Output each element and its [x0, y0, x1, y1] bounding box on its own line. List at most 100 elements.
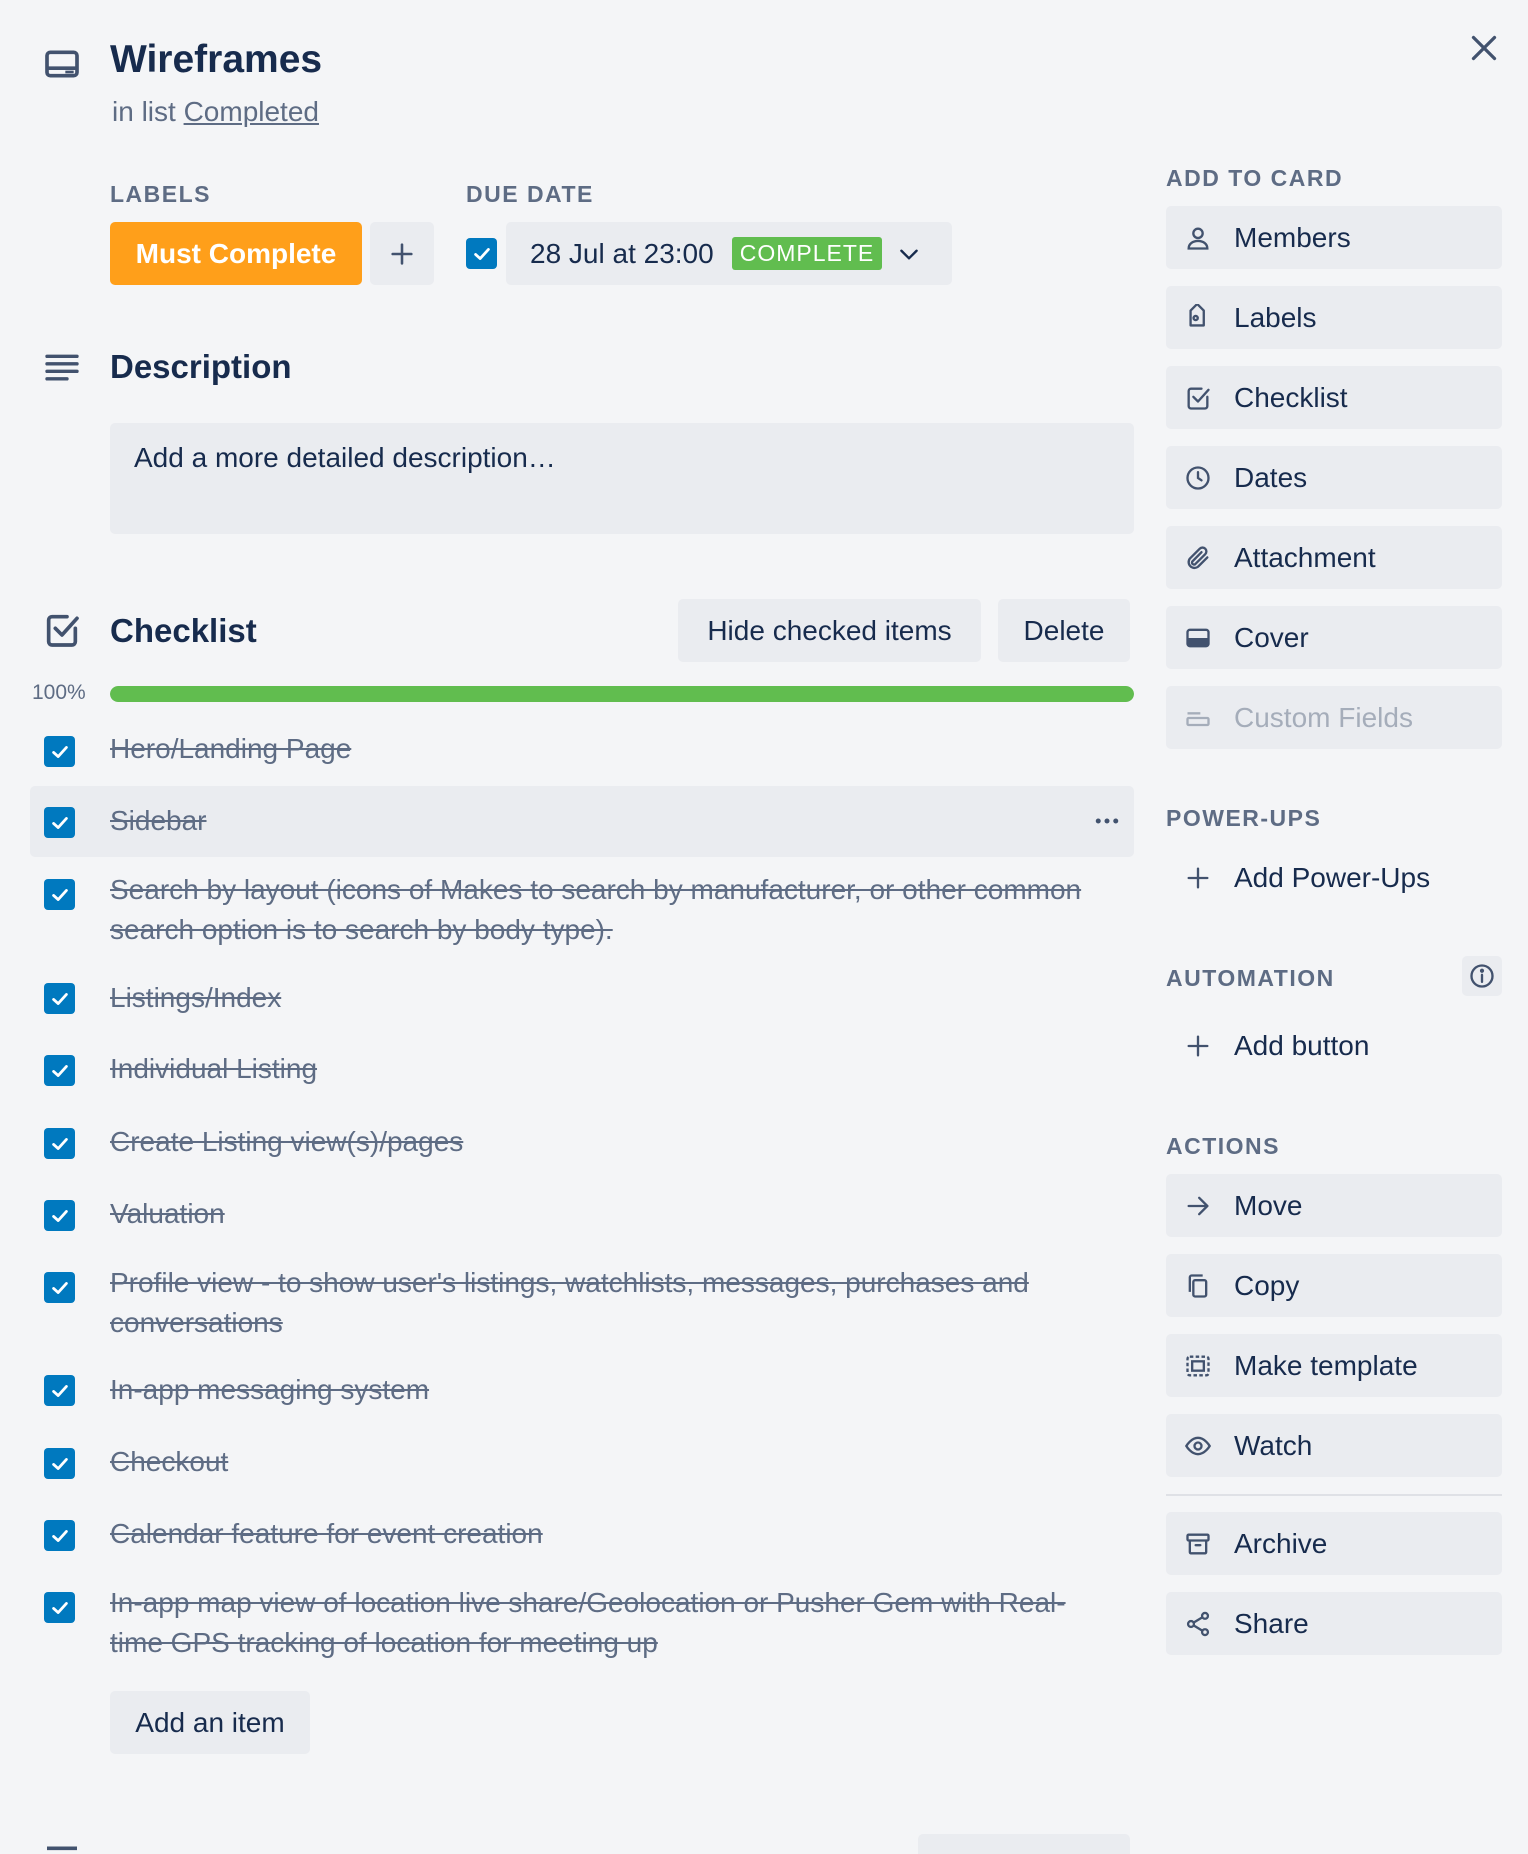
- power-ups-heading: POWER-UPS: [1166, 805, 1322, 831]
- check-icon: [51, 1209, 68, 1222]
- delete-checklist-button[interactable]: Delete: [998, 599, 1130, 662]
- activity-toggle-button[interactable]: [918, 1834, 1130, 1854]
- copy-icon: [1184, 1272, 1212, 1300]
- due-date-button[interactable]: 28 Jul at 23:00 COMPLETE: [506, 222, 952, 285]
- checklist-button[interactable]: Checklist: [1166, 366, 1502, 429]
- cover-button[interactable]: Cover: [1166, 606, 1502, 669]
- check-icon: [51, 1384, 68, 1397]
- checklist-item-text[interactable]: Individual Listing: [110, 1049, 1110, 1089]
- add-label-button[interactable]: [370, 222, 434, 285]
- checklist-item-text[interactable]: Search by layout (icons of Makes to sear…: [110, 870, 1110, 950]
- make-template-button[interactable]: Make template: [1166, 1334, 1502, 1397]
- info-icon[interactable]: [1462, 956, 1502, 996]
- checklist-item-checkbox[interactable]: [44, 1375, 75, 1406]
- add-power-ups-button[interactable]: Add Power-Ups: [1166, 846, 1502, 909]
- check-icon: [51, 1529, 68, 1542]
- share-button[interactable]: Share: [1166, 1592, 1502, 1655]
- chevron-down-icon: [896, 241, 922, 267]
- labels-button[interactable]: Labels: [1166, 286, 1502, 349]
- cover-label: Cover: [1234, 621, 1309, 653]
- checklist-item-checkbox[interactable]: [44, 1128, 75, 1159]
- checklist-item-checkbox[interactable]: [44, 1520, 75, 1551]
- check-icon: [51, 1601, 68, 1614]
- checklist-item-text[interactable]: Profile view - to show user's listings, …: [110, 1263, 1110, 1343]
- plus-icon: [391, 242, 413, 265]
- actions-heading: ACTIONS: [1166, 1133, 1280, 1159]
- add-to-card-heading: ADD TO CARD: [1166, 165, 1344, 191]
- checklist-item-checkbox[interactable]: [44, 807, 75, 838]
- checklist-item-text[interactable]: Calendar feature for event creation: [110, 1514, 1110, 1554]
- custom-fields-label: Custom Fields: [1234, 701, 1413, 733]
- checklist-item-text[interactable]: Valuation: [110, 1194, 1110, 1234]
- tag-icon: [1184, 303, 1212, 332]
- checklist-item-checkbox[interactable]: [44, 1272, 75, 1303]
- check-icon: [51, 1137, 68, 1150]
- check-icon: [51, 745, 68, 758]
- checklist-item-text[interactable]: In-app messaging system: [110, 1370, 1110, 1410]
- checklist-item-checkbox[interactable]: [44, 736, 75, 767]
- checklist-item-text[interactable]: Checkout: [110, 1442, 1110, 1482]
- dates-button[interactable]: Dates: [1166, 446, 1502, 509]
- checklist-item-text[interactable]: Listings/Index: [110, 978, 1110, 1018]
- checklist-progress-fill: [110, 686, 1134, 702]
- archive-icon: [1184, 1530, 1212, 1558]
- hide-checked-items-button[interactable]: Hide checked items: [678, 599, 981, 662]
- cover-icon: [1184, 624, 1212, 652]
- due-status-badge: COMPLETE: [731, 237, 883, 270]
- list-prefix: in list: [112, 96, 176, 127]
- checklist-item-text[interactable]: Hero/Landing Page: [110, 729, 1110, 769]
- members-label: Members: [1234, 221, 1351, 253]
- checklist-item-checkbox[interactable]: [44, 1448, 75, 1479]
- share-icon: [1184, 1610, 1212, 1638]
- list-location: in list Completed: [112, 96, 319, 128]
- add-checklist-item-button[interactable]: Add an item: [110, 1691, 310, 1754]
- card-title[interactable]: Wireframes: [110, 38, 322, 82]
- check-icon: [51, 888, 68, 901]
- paperclip-icon: [1184, 544, 1212, 572]
- members-button[interactable]: Members: [1166, 206, 1502, 269]
- description-input[interactable]: Add a more detailed description…: [110, 423, 1134, 534]
- checklist-icon: [1184, 384, 1212, 412]
- automation-heading: AUTOMATION: [1166, 965, 1335, 991]
- labels-label: Labels: [1234, 301, 1317, 333]
- custom-fields-button[interactable]: Custom Fields: [1166, 686, 1502, 749]
- add-power-ups-label: Add Power-Ups: [1234, 861, 1431, 893]
- description-title: Description: [110, 348, 292, 385]
- checklist-label: Checklist: [1234, 381, 1348, 413]
- checklist-item-checkbox[interactable]: [44, 879, 75, 910]
- move-button[interactable]: Move: [1166, 1174, 1502, 1237]
- template-icon: [1184, 1352, 1212, 1380]
- eye-icon: [1184, 1432, 1212, 1460]
- checklist-item-checkbox[interactable]: [44, 1200, 75, 1231]
- check-icon: [51, 816, 68, 829]
- attachment-button[interactable]: Attachment: [1166, 526, 1502, 589]
- due-date-complete-checkbox[interactable]: [466, 238, 497, 269]
- label-must-complete[interactable]: Must Complete: [110, 222, 362, 285]
- check-icon: [51, 992, 68, 1005]
- watch-button[interactable]: Watch: [1166, 1414, 1502, 1477]
- person-icon: [1184, 224, 1212, 252]
- custom-fields-icon: [1184, 704, 1212, 732]
- list-link[interactable]: Completed: [184, 96, 319, 127]
- checklist-item-text[interactable]: Sidebar: [110, 801, 1110, 841]
- add-automation-button[interactable]: Add button: [1166, 1014, 1502, 1077]
- attachment-label: Attachment: [1234, 541, 1376, 573]
- checklist-item-checkbox[interactable]: [44, 983, 75, 1014]
- clock-icon: [1184, 464, 1212, 492]
- checklist-item-text[interactable]: In-app map view of location live share/G…: [110, 1583, 1110, 1663]
- due-date-heading: DUE DATE: [466, 181, 594, 207]
- checklist-item-checkbox[interactable]: [44, 1592, 75, 1623]
- activity-icon: [42, 1840, 82, 1854]
- add-button-label: Add button: [1234, 1029, 1370, 1061]
- checklist-title[interactable]: Checklist: [110, 612, 257, 650]
- dates-label: Dates: [1234, 461, 1308, 493]
- move-label: Move: [1234, 1189, 1303, 1221]
- archive-label: Archive: [1234, 1527, 1328, 1559]
- arrow-right-icon: [1184, 1192, 1212, 1220]
- archive-button[interactable]: Archive: [1166, 1512, 1502, 1575]
- checklist-item-checkbox[interactable]: [44, 1055, 75, 1086]
- checklist-item-text[interactable]: Create Listing view(s)/pages: [110, 1122, 1110, 1162]
- copy-button[interactable]: Copy: [1166, 1254, 1502, 1317]
- check-icon: [473, 247, 490, 260]
- close-icon[interactable]: [1466, 30, 1502, 66]
